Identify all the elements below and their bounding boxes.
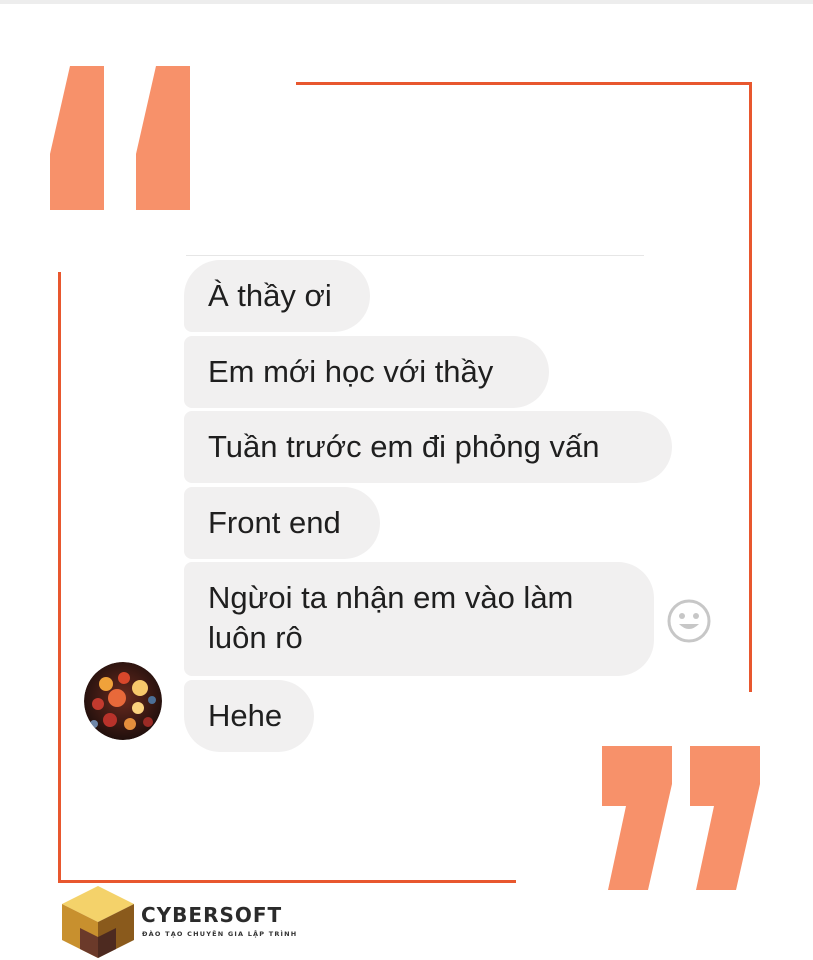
brand-tagline: ĐÀO TẠO CHUYÊN GIA LẬP TRÌNH	[142, 930, 298, 938]
message-bubble[interactable]: Tuần trước em đi phỏng vấn	[184, 411, 672, 483]
message-bubble[interactable]: À thầy ơi	[184, 260, 370, 332]
chat-divider	[186, 255, 644, 256]
message-bubble[interactable]: Front end	[184, 487, 380, 559]
cube-logo-icon	[62, 886, 134, 958]
frame-line-left	[58, 272, 61, 883]
frame-line-right	[749, 82, 752, 692]
smiley-emoji-icon[interactable]	[666, 598, 712, 644]
frame-line-bottom	[58, 880, 516, 883]
message-bubble[interactable]: Hehe	[184, 680, 314, 752]
brand-name: CYBERSOFT	[141, 903, 283, 927]
close-quote-icon	[602, 746, 760, 890]
message-bubble[interactable]: Em mới học với thầy	[184, 336, 549, 408]
frame-line-top	[296, 82, 752, 85]
message-bubble[interactable]: Ngừoi ta nhận em vào làm luôn rô	[184, 562, 654, 676]
open-quote-icon	[50, 66, 190, 210]
top-strip	[0, 0, 813, 4]
avatar[interactable]	[84, 662, 162, 740]
